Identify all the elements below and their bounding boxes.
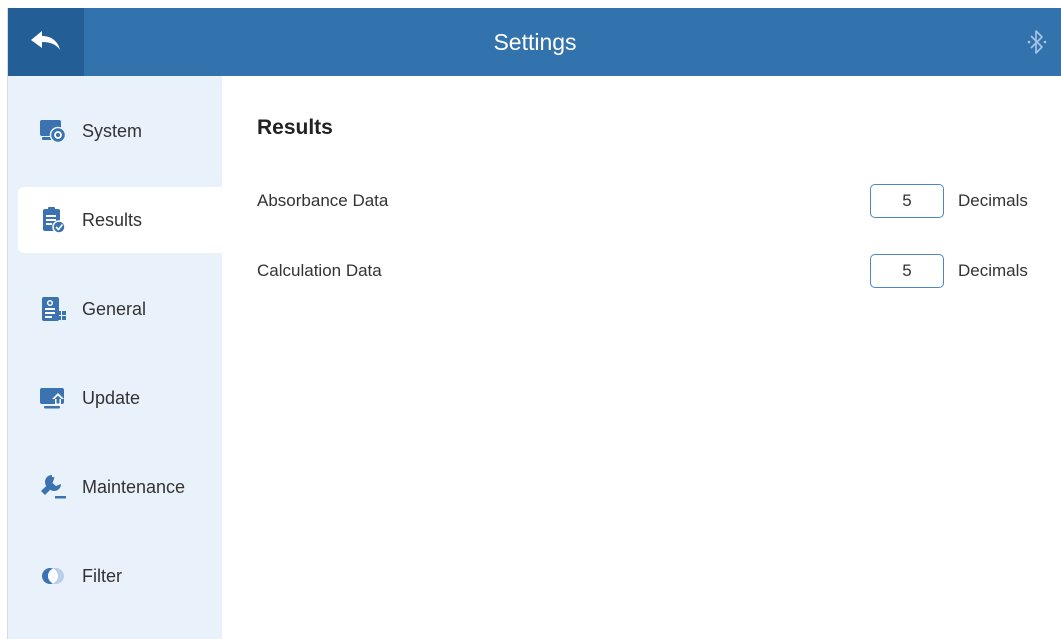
calculation-decimals-input[interactable] [870,254,944,288]
system-icon [38,116,68,146]
sidebar-item-label: Maintenance [82,476,186,497]
sidebar-item-filter[interactable]: Filter [18,543,222,609]
results-clipboard-icon [38,205,68,235]
sidebar-item-label: System [82,120,143,141]
absorbance-unit-label: Decimals [958,191,1028,210]
sidebar-item-update[interactable]: Update [18,365,222,431]
sidebar: System Results General Update Maintenanc… [8,76,222,639]
sidebar-item-label: Update [82,387,141,408]
settings-window: Settings System Results General Update M… [7,8,1061,639]
calculation-data-label: Calculation Data [257,261,382,280]
filter-icon [38,561,68,591]
page-title: Settings [493,29,577,55]
sidebar-item-label: Filter [82,565,122,586]
sidebar-item-maintenance[interactable]: Maintenance [18,454,222,520]
absorbance-decimals-input[interactable] [870,184,944,218]
update-monitor-icon [38,383,68,413]
calculation-unit-label: Decimals [958,261,1028,280]
back-arrow-icon [31,31,60,50]
sidebar-item-label: Results [82,209,143,230]
header-bar: Settings [8,8,1061,76]
wrench-icon [38,472,68,502]
sidebar-item-label: General [82,298,147,319]
bluetooth-icon[interactable] [1026,28,1048,56]
section-title: Results [257,116,333,139]
sidebar-item-results[interactable]: Results [18,187,222,253]
main-content: Results Absorbance Data Decimals Calcula… [222,76,1061,639]
general-document-icon [38,294,68,324]
sidebar-item-system[interactable]: System [18,98,222,164]
sidebar-item-general[interactable]: General [18,276,222,342]
back-button[interactable] [8,8,84,76]
absorbance-data-label: Absorbance Data [257,191,389,210]
